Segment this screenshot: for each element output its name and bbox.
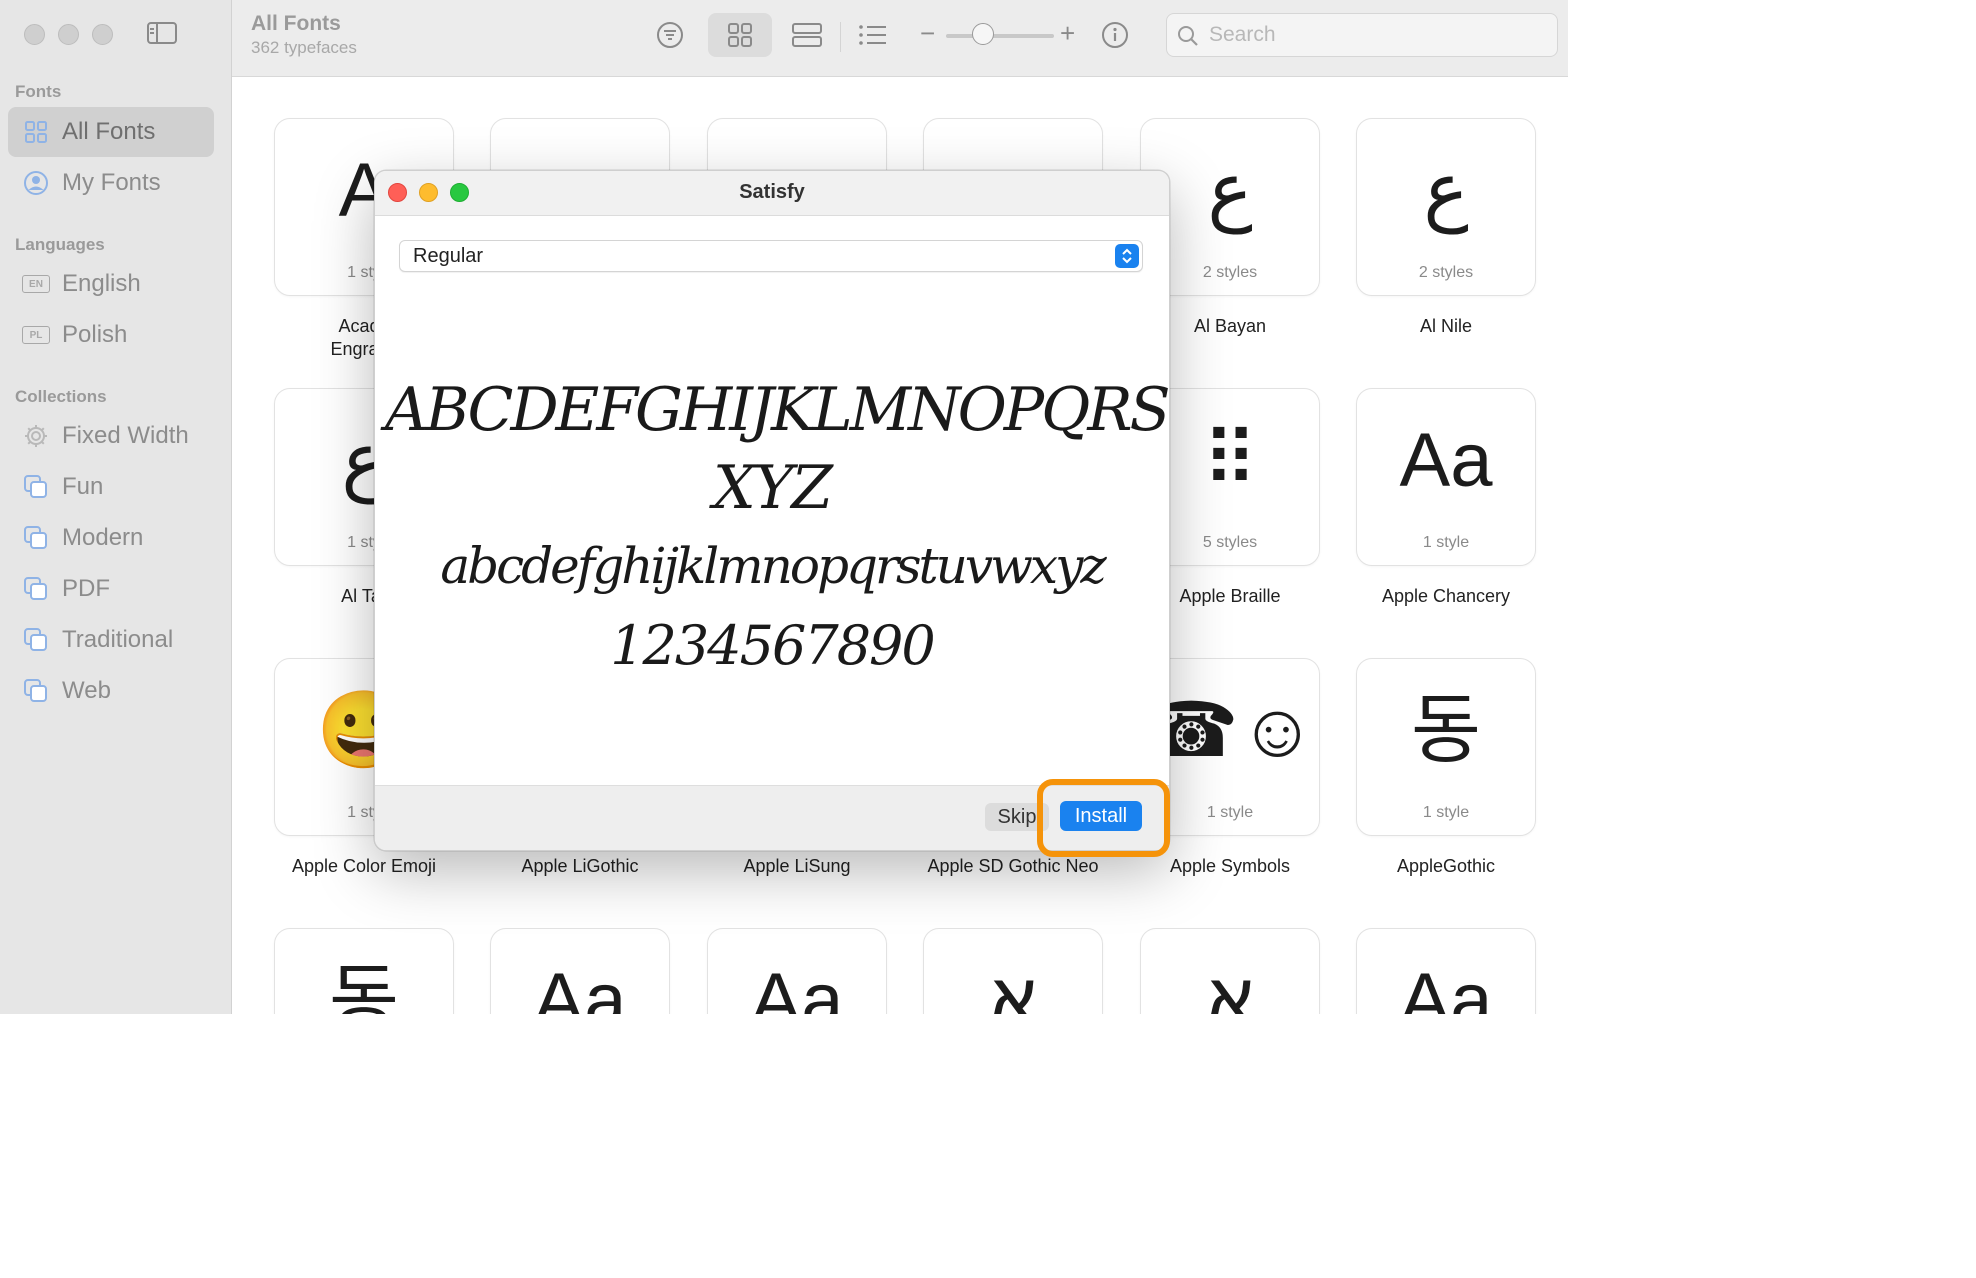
font-card[interactable]: 동 1 style — [1356, 658, 1536, 836]
sidebar-toggle-icon[interactable] — [147, 22, 177, 44]
page-title: All Fonts — [251, 12, 341, 35]
sidebar-item-my-fonts[interactable]: My Fonts — [8, 158, 214, 208]
font-sample-glyph: א — [989, 958, 1037, 1014]
font-style-count: 2 styles — [1418, 264, 1474, 281]
font-sample-glyph: Aa — [1399, 418, 1493, 503]
style-select[interactable]: Regular — [399, 240, 1143, 272]
font-sample-glyph: א — [1206, 958, 1254, 1014]
list-icon — [859, 25, 886, 45]
sidebar-item-all-fonts[interactable]: All Fonts — [8, 107, 214, 157]
zoom-in-button[interactable]: + — [1060, 18, 1075, 49]
preview-digits: 1234567890 — [610, 614, 936, 677]
sidebar-item-label: English — [62, 270, 141, 297]
sidebar-item-label: Web — [62, 677, 111, 704]
sidebar-item-web[interactable]: Web — [8, 666, 214, 716]
language-badge-icon: EN — [22, 270, 50, 298]
sidebar-item-label: Fixed Width — [62, 422, 189, 449]
search-icon — [1178, 26, 1198, 46]
font-card[interactable]: א — [923, 928, 1103, 1014]
font-card[interactable]: א — [1140, 928, 1320, 1014]
font-install-dialog: Satisfy Regular ABCDEFGHIJKLMNOPQRSTUVW … — [374, 170, 1170, 851]
search-input[interactable] — [1207, 22, 1541, 48]
grid-view-button[interactable] — [708, 13, 772, 57]
font-sample-glyph: Aa — [750, 958, 844, 1014]
chevron-up-down-icon — [1115, 244, 1139, 268]
install-button[interactable]: Install — [1060, 801, 1142, 831]
sidebar: Fonts All Fonts My Fonts Languages EN En… — [0, 0, 232, 1014]
sidebar-item-traditional[interactable]: Traditional — [8, 615, 214, 665]
sidebar-item-modern[interactable]: Modern — [8, 513, 214, 563]
toolbar: All Fonts 362 typefaces − + — [232, 0, 1568, 77]
font-name: AppleGothic — [1396, 856, 1496, 876]
collection-icon — [22, 626, 50, 654]
info-icon — [1102, 22, 1128, 48]
info-button[interactable] — [1083, 13, 1147, 57]
collection-icon — [22, 473, 50, 501]
collection-icon — [22, 575, 50, 603]
grid-icon — [728, 23, 752, 47]
font-style-count: 1 style — [1422, 534, 1470, 551]
list-view-button[interactable] — [841, 13, 905, 57]
collections-section-header: Collections — [15, 387, 107, 406]
close-window-button[interactable] — [24, 24, 45, 45]
preview-uppercase: ABCDEFGHIJKLMNOPQRSTUVW — [385, 375, 1169, 445]
sidebar-item-label: Modern — [62, 524, 144, 551]
grid-icon — [22, 118, 50, 146]
font-name: Apple Symbols — [1169, 856, 1291, 876]
font-name: Apple Color Emoji — [291, 856, 437, 876]
font-name: Apple Chancery — [1381, 586, 1511, 606]
window-controls — [24, 24, 113, 45]
font-sample-glyph: Aa — [533, 958, 627, 1014]
font-card[interactable]: ع 2 styles — [1356, 118, 1536, 296]
font-name: Apple LiGothic — [521, 856, 639, 876]
font-card[interactable]: Aa — [490, 928, 670, 1014]
sidebar-item-label: All Fonts — [62, 118, 156, 145]
zoom-out-button[interactable]: − — [920, 18, 935, 49]
sidebar-item-fun[interactable]: Fun — [8, 462, 214, 512]
font-sample-glyph: ع — [1423, 148, 1469, 233]
sidebar-item-label: Traditional — [62, 626, 174, 653]
fonts-section-header: Fonts — [15, 82, 62, 101]
font-name: Al Nile — [1419, 316, 1472, 336]
sidebar-item-polish[interactable]: PL Polish — [8, 310, 214, 360]
font-card[interactable]: Aa — [1356, 928, 1536, 1014]
preview-lowercase: abcdefghijklmnopqrstuvwxyz — [440, 537, 1106, 595]
preview-uppercase-end: XYZ — [712, 453, 833, 523]
filter-button[interactable] — [638, 13, 702, 57]
zoom-slider[interactable] — [946, 23, 1054, 45]
style-select-value: Regular — [413, 245, 484, 267]
language-badge-icon: PL — [22, 321, 50, 349]
sidebar-item-label: Fun — [62, 473, 104, 500]
font-card[interactable]: Aa — [707, 928, 887, 1014]
sidebar-item-label: My Fonts — [62, 169, 161, 196]
rows-icon — [792, 23, 822, 47]
collection-icon — [22, 524, 50, 552]
font-style-count: 1 style — [1422, 804, 1470, 821]
font-sample-glyph: Aa — [1399, 958, 1493, 1014]
font-name: Apple LiSung — [743, 856, 851, 876]
font-name: Apple SD Gothic Neo — [927, 856, 1099, 876]
filter-icon — [657, 22, 683, 48]
zoom-slider-knob[interactable] — [972, 23, 994, 45]
font-card[interactable]: Aa 1 style — [1356, 388, 1536, 566]
sidebar-item-fixed-width[interactable]: Fixed Width — [8, 411, 214, 461]
languages-section-header: Languages — [15, 235, 105, 254]
typeface-count: 362 typefaces — [251, 38, 357, 57]
font-card[interactable]: 동 — [274, 928, 454, 1014]
sidebar-item-pdf[interactable]: PDF — [8, 564, 214, 614]
strip-view-button[interactable] — [775, 13, 839, 57]
gear-icon — [22, 422, 50, 450]
collection-icon — [22, 677, 50, 705]
zoom-window-button[interactable] — [92, 24, 113, 45]
sidebar-item-english[interactable]: EN English — [8, 259, 214, 309]
sidebar-item-label: PDF — [62, 575, 110, 602]
font-sample-glyph: 동 — [329, 958, 399, 1014]
sidebar-item-label: Polish — [62, 321, 128, 348]
font-sample-glyph: 동 — [1411, 688, 1481, 773]
user-icon — [22, 169, 50, 197]
dialog-titlebar: Satisfy — [375, 171, 1169, 216]
search-field[interactable] — [1166, 13, 1558, 57]
minimize-window-button[interactable] — [58, 24, 79, 45]
dialog-title: Satisfy — [739, 181, 805, 203]
